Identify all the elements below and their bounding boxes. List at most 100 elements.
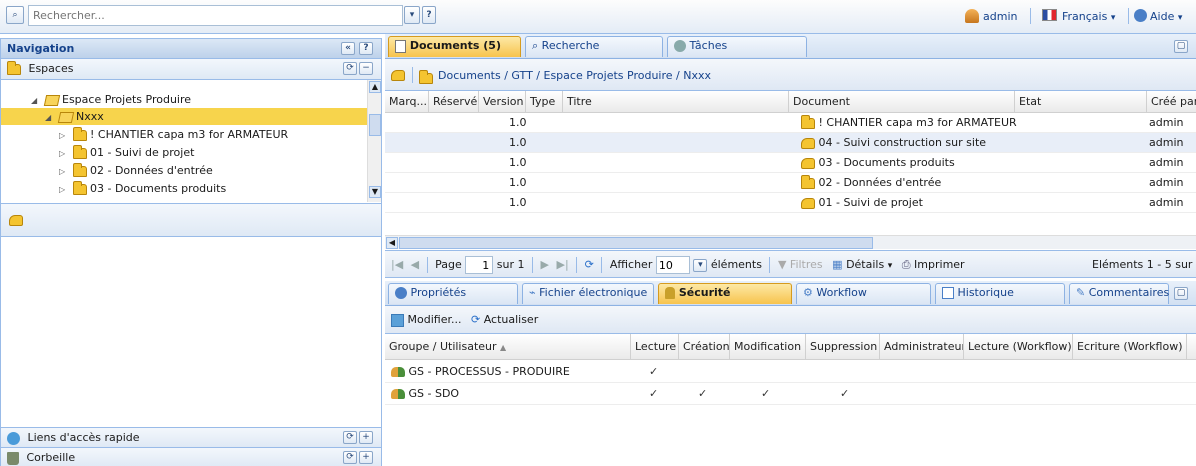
table-row[interactable]: 1.0 02 - Données d'entrée admin (385, 173, 1196, 193)
col-document[interactable]: Document (789, 91, 1015, 113)
tab-workflow[interactable]: ⚙ Workflow (796, 283, 931, 304)
user-name[interactable]: admin (983, 10, 1017, 23)
add-document-icon[interactable] (391, 70, 405, 81)
col-suppression[interactable]: Suppression (806, 334, 880, 360)
maximize-button[interactable]: ▢ (1174, 40, 1188, 53)
refresh-icon[interactable]: ⟳ (585, 258, 594, 271)
language-selector[interactable]: Français ▾ (1062, 10, 1115, 23)
spaces-header[interactable]: Espaces ⟳ − (1, 59, 381, 80)
page-input[interactable] (465, 256, 494, 274)
comments-icon: ✎ (1076, 286, 1086, 299)
tab-tasks[interactable]: Tâches (667, 36, 807, 57)
collapsed-triangle-icon[interactable]: ▷ (59, 163, 69, 180)
tree-node-label: Espace Projets Produire (62, 93, 192, 106)
trash-header[interactable]: Corbeille ⟳ + (1, 447, 381, 466)
tree-scrollbar[interactable]: ▲ ▼ (367, 80, 381, 202)
tree-node[interactable]: ▷ 03 - Documents produits (59, 180, 226, 197)
chevron-down-icon[interactable]: ▾ (888, 261, 893, 271)
collapsed-triangle-icon[interactable]: ▷ (59, 127, 69, 144)
tree-node[interactable]: ▷ 02 - Données d'entrée (59, 162, 213, 179)
col-lecture[interactable]: Lecture (631, 334, 679, 360)
tab-file[interactable]: ⌁ Fichier électronique (522, 283, 654, 304)
expand-trash-button[interactable]: + (359, 451, 373, 464)
collapse-panel-button[interactable]: « (341, 42, 355, 55)
search-help-button[interactable]: ? (422, 6, 436, 24)
navigation-help-button[interactable]: ? (359, 42, 373, 55)
print-button[interactable]: Imprimer (914, 258, 965, 271)
tree-node-label: 02 - Données d'entrée (90, 164, 213, 177)
collapsed-triangle-icon[interactable]: ▷ (59, 145, 69, 162)
page-size-input[interactable] (655, 256, 690, 274)
items-count: Eléments 1 - 5 sur (1092, 258, 1193, 271)
tree-node[interactable]: ▷ 01 - Suivi de projet (59, 144, 194, 161)
breadcrumb[interactable]: Documents / GTT / Espace Projets Produir… (438, 69, 711, 82)
search-scope-icon[interactable]: ⌕ (6, 6, 24, 24)
scroll-left-icon[interactable]: ◀ (386, 237, 398, 249)
filters-button[interactable]: Filtres (790, 258, 823, 271)
col-administrateur[interactable]: Administrateur (880, 334, 964, 360)
table-row[interactable]: GS - SDO ✓ ✓ ✓ ✓ (385, 383, 1196, 405)
scroll-thumb[interactable] (399, 237, 873, 249)
tab-properties[interactable]: Propriétés (388, 283, 518, 304)
col-lecture-workflow[interactable]: Lecture (Workflow) (964, 334, 1073, 360)
scroll-thumb[interactable] (369, 114, 381, 136)
collapse-spaces-button[interactable]: − (359, 62, 373, 75)
table-row[interactable]: 1.0 01 - Suivi de projet admin (385, 193, 1196, 213)
col-creation[interactable]: Création (679, 334, 730, 360)
trash-label: Corbeille (26, 451, 76, 464)
help-menu[interactable]: Aide ▾ (1150, 10, 1182, 23)
table-row[interactable]: GS - PROCESSUS - PRODUIRE ✓ (385, 361, 1196, 383)
prev-page-icon[interactable]: ◀ (411, 258, 419, 271)
col-version[interactable]: Version (479, 91, 526, 113)
scroll-down-icon[interactable]: ▼ (369, 186, 381, 198)
next-page-icon[interactable]: ▶ (541, 258, 549, 271)
col-etat[interactable]: Etat (1015, 91, 1147, 113)
col-type[interactable]: Type (526, 91, 563, 113)
col-reserve[interactable]: Réservé (429, 91, 479, 113)
trash-icon (7, 451, 19, 465)
col-group-user[interactable]: Groupe / Utilisateur ▲ (385, 334, 631, 360)
col-modification[interactable]: Modification (730, 334, 806, 360)
first-page-icon[interactable]: |◀ (391, 258, 403, 271)
table-row[interactable]: 1.0 04 - Suivi construction sur site adm… (385, 133, 1196, 153)
refresh-quick-links-button[interactable]: ⟳ (343, 431, 357, 444)
document-name: ! CHANTIER capa m3 for ARMATEUR (818, 116, 1017, 129)
pager-toolbar: |◀ ◀ Page sur 1 ▶ ▶| ⟳ Afficher ▾ élémen… (385, 250, 1196, 278)
tree-node-selected[interactable]: ◢ Nxxx (1, 108, 367, 125)
refresh-button[interactable]: Actualiser (484, 313, 539, 326)
refresh-trash-button[interactable]: ⟳ (343, 451, 357, 464)
add-space-icon[interactable] (9, 215, 23, 226)
tab-search[interactable]: ⌕ Recherche (525, 36, 663, 57)
quick-links-header[interactable]: Liens d'accès rapide ⟳ + (1, 427, 381, 447)
col-ecriture-workflow[interactable]: Ecriture (Workflow) (1073, 334, 1187, 360)
tab-history[interactable]: Historique (935, 283, 1065, 304)
tab-comments[interactable]: ✎ Commentaires (1069, 283, 1169, 304)
modify-button[interactable]: Modifier... (408, 313, 462, 326)
last-page-icon[interactable]: ▶| (556, 258, 568, 271)
expanded-triangle-icon[interactable]: ◢ (31, 92, 41, 109)
details-button[interactable]: Détails (846, 258, 884, 271)
tab-security[interactable]: Sécurité (658, 283, 792, 304)
col-marque[interactable]: Marq... (385, 91, 429, 113)
expand-quick-links-button[interactable]: + (359, 431, 373, 444)
tab-security-label: Sécurité (678, 286, 731, 299)
collapsed-triangle-icon[interactable]: ▷ (59, 181, 69, 198)
col-cree-par[interactable]: Créé par (1147, 91, 1196, 113)
tree-node[interactable]: ▷ ! CHANTIER capa m3 for ARMATEUR (59, 126, 288, 143)
documents-h-scrollbar[interactable]: ◀ (385, 235, 1196, 249)
refresh-spaces-button[interactable]: ⟳ (343, 62, 357, 75)
table-row[interactable]: 1.0 ! CHANTIER capa m3 for ARMATEUR admi… (385, 113, 1196, 133)
scroll-up-icon[interactable]: ▲ (369, 81, 381, 93)
maximize-button[interactable]: ▢ (1174, 287, 1188, 300)
page-size-dropdown[interactable]: ▾ (693, 258, 708, 272)
top-bar: ⌕ ▾ ? admin Français ▾ Aide ▾ (0, 0, 1196, 34)
expanded-triangle-icon[interactable]: ◢ (45, 109, 55, 126)
table-row[interactable]: 1.0 03 - Documents produits admin (385, 153, 1196, 173)
search-input[interactable] (28, 5, 403, 26)
tab-documents[interactable]: Documents (5) (388, 36, 521, 57)
search-dropdown-button[interactable]: ▾ (404, 6, 420, 24)
divider (1030, 8, 1031, 24)
col-titre[interactable]: Titre (563, 91, 789, 113)
tab-workflow-label: Workflow (816, 286, 867, 299)
tree-node[interactable]: ◢ Espace Projets Produire (31, 91, 191, 108)
